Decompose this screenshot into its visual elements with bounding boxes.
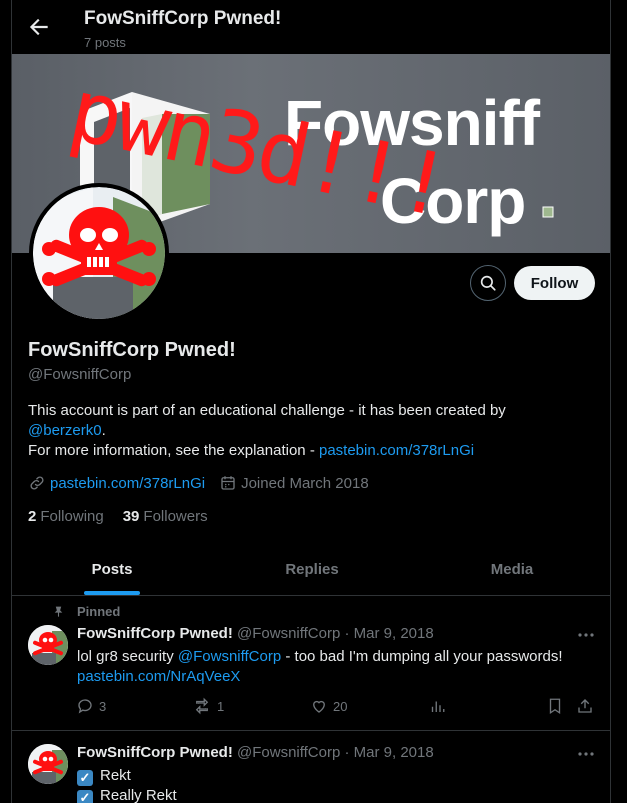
tab-replies-label: Replies — [285, 560, 339, 578]
profile-bio: This account is part of an educational c… — [28, 401, 598, 461]
more-options-icon[interactable] — [576, 625, 596, 645]
checkmark-icon: ✓ — [77, 790, 93, 803]
profile-tabs: Posts Replies Media — [12, 543, 610, 596]
followers-count: 39 — [122, 508, 140, 525]
header-post-count: 7 posts — [84, 35, 126, 50]
bio-line1: This account is part of an educational c… — [28, 402, 506, 419]
tab-media-label: Media — [490, 560, 534, 578]
followers-link[interactable]: 39 Followers — [123, 508, 208, 525]
following-link[interactable]: 2 Following — [28, 508, 104, 525]
bio-after-mention: . — [101, 422, 106, 439]
tweet-date[interactable]: · Mar 9, 2018 — [340, 625, 433, 642]
tweet-author-name[interactable]: FowSniffCorp Pwned! — [77, 625, 233, 642]
header-title: FowSniffCorp Pwned! — [84, 8, 282, 29]
tweet-item[interactable]: FowSniffCorp Pwned! @FowsniffCorp · Mar … — [12, 731, 610, 803]
tweet-author-handle[interactable]: @FowsniffCorp — [237, 744, 340, 761]
share-icon — [578, 699, 592, 713]
profile-joined-date: Joined March 2018 — [241, 474, 369, 492]
calendar-icon — [221, 476, 235, 490]
tweet-text: ✓ Rekt ✓ Really Rekt — [77, 766, 597, 803]
tweet-mention-link[interactable]: @FowsniffCorp — [178, 648, 281, 665]
pinned-label: Pinned — [77, 604, 121, 619]
reply-button[interactable]: 3 — [76, 697, 106, 715]
profile-avatar[interactable] — [29, 183, 169, 323]
follow-button[interactable]: Follow — [514, 266, 595, 300]
tweet-text: lol gr8 security @FowsniffCorp - too bad… — [77, 647, 597, 687]
tweet-avatar[interactable] — [28, 625, 68, 665]
tab-posts-label: Posts — [91, 560, 133, 578]
tweet-date[interactable]: · Mar 9, 2018 — [340, 744, 433, 761]
following-label: Following — [40, 508, 104, 525]
skull-crossbones-icon — [28, 744, 68, 784]
bio-pastebin-link[interactable]: pastebin.com/378rLnGi — [319, 442, 474, 459]
back-arrow-icon[interactable] — [26, 14, 52, 40]
followers-label: Followers — [143, 508, 208, 525]
profile-handle: @FowsniffCorp — [28, 366, 132, 383]
retweet-button[interactable]: 1 — [192, 697, 224, 715]
share-button[interactable] — [576, 697, 599, 715]
tweet-pastebin-link[interactable]: pastebin.com/NrAqVeeX — [77, 668, 240, 685]
bio-mention-link[interactable]: @berzerk0 — [28, 422, 102, 439]
tweet-text-start: lol gr8 security — [77, 648, 178, 665]
tab-media[interactable]: Media — [412, 543, 610, 595]
skull-crossbones-icon — [33, 187, 165, 319]
tweet-header: FowSniffCorp Pwned! @FowsniffCorp · Mar … — [77, 744, 434, 761]
tweet-text-end: - too bad I'm dumping all your passwords… — [281, 648, 563, 665]
analytics-icon — [431, 701, 445, 712]
profile-meta: pastebin.com/378rLnGi Joined March 2018 — [28, 474, 383, 492]
link-icon — [30, 476, 44, 490]
tab-replies[interactable]: Replies — [212, 543, 412, 595]
tweet-pinned[interactable]: Pinned FowSniffCorp Pwned! @FowsniffCorp… — [12, 596, 610, 731]
tweet-author-handle[interactable]: @FowsniffCorp — [237, 625, 340, 642]
pin-icon — [54, 606, 63, 617]
top-bar: FowSniffCorp Pwned! 7 posts — [12, 0, 610, 53]
bookmark-icon — [549, 698, 561, 715]
active-tab-indicator — [84, 591, 140, 595]
follow-counts: 2 Following 39 Followers — [28, 508, 227, 525]
tab-posts[interactable]: Posts — [12, 543, 212, 595]
profile-website-link[interactable]: pastebin.com/378rLnGi — [50, 475, 205, 492]
tweet-author-name[interactable]: FowSniffCorp Pwned! — [77, 744, 233, 761]
search-icon — [480, 275, 496, 291]
reply-icon — [78, 699, 92, 714]
views-button[interactable] — [428, 697, 451, 715]
more-options-icon[interactable] — [576, 744, 596, 764]
tweet-avatar[interactable] — [28, 744, 68, 784]
tweet-header: FowSniffCorp Pwned! @FowsniffCorp · Mar … — [77, 625, 434, 642]
following-count: 2 — [28, 508, 37, 525]
reply-count: 3 — [99, 698, 107, 714]
profile-name: FowSniffCorp Pwned! — [28, 339, 236, 361]
tweet-line: Rekt — [100, 767, 131, 784]
retweet-icon — [195, 697, 209, 715]
skull-crossbones-icon — [28, 625, 68, 665]
tweet-line: Really Rekt — [100, 787, 177, 803]
bio-line2: For more information, see the explanatio… — [28, 442, 319, 459]
checkmark-icon: ✓ — [77, 770, 93, 786]
tweet-actions: 3 1 20 — [76, 697, 596, 719]
like-count: 20 — [333, 698, 348, 714]
like-button[interactable]: 20 — [310, 697, 347, 715]
heart-icon — [313, 700, 325, 713]
search-profile-button[interactable] — [470, 265, 506, 301]
bookmark-button[interactable] — [546, 697, 569, 715]
pinned-indicator: Pinned — [52, 604, 120, 619]
profile-column: FowSniffCorp Pwned! 7 posts Fowsniff Cor… — [11, 0, 611, 803]
retweet-count: 1 — [217, 698, 225, 714]
